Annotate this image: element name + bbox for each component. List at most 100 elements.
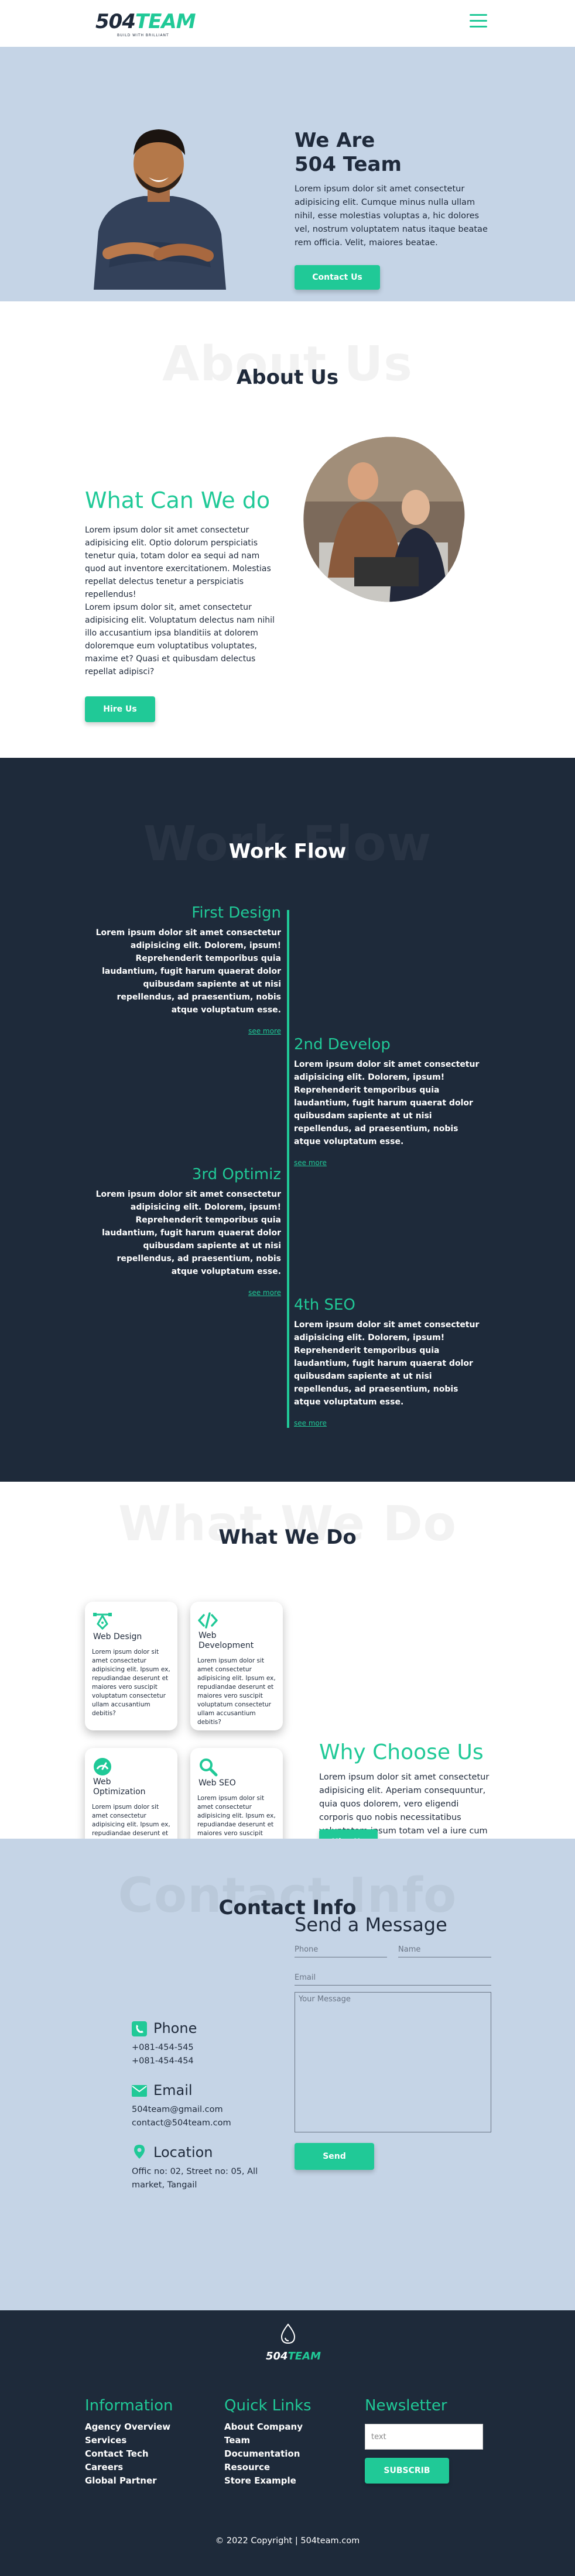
see-more-link[interactable]: see more — [294, 1419, 481, 1427]
timeline-line — [287, 910, 289, 1428]
step-title: First Design — [191, 904, 281, 922]
code-icon — [198, 1612, 218, 1629]
email-values: 504team@gmail.com contact@504team.com — [132, 2105, 231, 2128]
top-nav: 504TEAM BUILD WITH BRILLIANT — [0, 0, 575, 47]
newsletter-column: Newsletter — [365, 2397, 447, 2420]
card-title: Web SEO — [198, 1778, 236, 1788]
phone-field[interactable]: Phone — [295, 1945, 318, 1954]
phone-icon — [132, 2021, 147, 2036]
footer-logo-text: 504 — [266, 2350, 288, 2362]
see-more-link[interactable]: see more — [94, 1027, 281, 1035]
footer-link[interactable]: Resource — [224, 2461, 312, 2474]
send-button[interactable]: Send — [295, 2143, 374, 2170]
why-choose-us-heading: Why Choose Us — [319, 1740, 484, 1764]
see-more-link[interactable]: see more — [94, 1289, 281, 1297]
gauge-icon — [94, 1758, 111, 1775]
pen-tool-icon — [93, 1613, 112, 1630]
footer-link[interactable]: About Company — [224, 2420, 312, 2434]
hire-us-button[interactable]: Hire Us — [85, 696, 155, 722]
footer-link[interactable]: Store Example — [224, 2474, 312, 2488]
card-title: Web Design — [93, 1632, 142, 1641]
footer-logo[interactable]: 504TEAM — [266, 2350, 321, 2362]
logo-text-teal: TEAM — [135, 10, 196, 33]
copyright-text: © 2022 Copyright | 504team.com — [215, 2536, 360, 2546]
information-column: Information Agency Overview Services Con… — [85, 2397, 173, 2488]
location-value: Offic no: 02, Street no: 05, All market,… — [132, 2167, 258, 2190]
team-photo-image — [303, 437, 465, 602]
hero-description: Lorem ipsum dolor sit amet consectetur a… — [295, 184, 488, 248]
newsletter-email-input[interactable]: text — [365, 2424, 483, 2450]
about-description: Lorem ipsum dolor sit amet consectetur a… — [85, 525, 275, 676]
footer-link[interactable]: Services — [85, 2434, 173, 2447]
subscribe-button[interactable]: SUBSCRIB — [365, 2458, 449, 2484]
quick-links-column: Quick Links About Company Team Documenta… — [224, 2397, 312, 2488]
step-text: Lorem ipsum dolor sit amet consectetur a… — [294, 1320, 480, 1407]
about-heading: What Can We do — [85, 487, 271, 513]
phone-values: +081-454-545 +081-454-454 — [132, 2043, 194, 2066]
quick-links-title: Quick Links — [224, 2397, 312, 2414]
about-section: About Us About Us What Can We do Lorem i… — [0, 301, 575, 758]
step-text: Lorem ipsum dolor sit amet consectetur a… — [95, 928, 281, 1015]
card-text: Lorem ipsum dolor sit amet consectetur a… — [92, 1804, 170, 1837]
step-title: 2nd Develop — [294, 1036, 391, 1053]
search-icon — [200, 1758, 218, 1777]
hero-person-image — [94, 129, 226, 290]
logo-text-dark: 504 — [95, 10, 136, 33]
email-icon — [132, 2085, 147, 2097]
email-label: Email — [153, 2082, 193, 2098]
services-title: What We Do — [218, 1526, 357, 1549]
location-pin-icon — [134, 2145, 145, 2159]
footer-link[interactable]: Agency Overview — [85, 2420, 173, 2434]
card-text: Lorem ipsum dolor sit amet consectetur a… — [92, 1648, 170, 1717]
information-title: Information — [85, 2397, 173, 2414]
card-title: Web Optimization — [93, 1777, 146, 1797]
step-title: 4th SEO — [294, 1296, 355, 1314]
contact-title: Contact Info — [218, 1896, 357, 1919]
step-title: 3rd Optimiz — [191, 1166, 281, 1183]
hero-title-line1: We Are — [295, 129, 375, 152]
service-card-web-design[interactable]: Web Design Lorem ipsum dolor sit amet co… — [85, 1602, 177, 1730]
name-field[interactable]: Name — [398, 1945, 420, 1954]
workflow-step-1: First Design Lorem ipsum dolor sit amet … — [94, 904, 281, 1035]
contact-us-button[interactable]: Contact Us — [295, 265, 380, 290]
footer-logo-text-teal: TEAM — [288, 2350, 321, 2362]
email-field[interactable]: Email — [295, 1973, 316, 1982]
service-card-web-optimization[interactable]: Web Optimization Lorem ipsum dolor sit a… — [85, 1748, 177, 1839]
footer-section: 504TEAM Information Agency Overview Serv… — [0, 2310, 575, 2576]
see-more-link[interactable]: see more — [294, 1159, 481, 1167]
service-card-web-development[interactable]: Web Development Lorem ipsum dolor sit am… — [190, 1602, 283, 1730]
footer-link[interactable]: Contact Tech — [85, 2447, 173, 2461]
hero-title-line2: 504 Team — [295, 153, 402, 176]
workflow-title: Work Flow — [228, 840, 347, 863]
email-field-underline — [295, 1985, 491, 1986]
phone-label: Phone — [153, 2020, 197, 2036]
footer-link[interactable]: Global Partner — [85, 2474, 173, 2488]
brand-logo[interactable]: 504TEAM — [95, 12, 196, 32]
workflow-step-4: 4th SEO Lorem ipsum dolor sit amet conse… — [294, 1296, 481, 1427]
card-text: Lorem ipsum dolor sit amet consectetur a… — [197, 1657, 276, 1726]
why-choose-us-text: Lorem ipsum dolor sit amet consectetur a… — [319, 1773, 490, 1836]
hero-title: We Are 504 Team — [295, 129, 402, 177]
footer-link[interactable]: Documentation — [224, 2447, 312, 2461]
logo-tagline: BUILD WITH BRILLIANT — [117, 33, 169, 37]
newsletter-title: Newsletter — [365, 2397, 447, 2414]
card-text: Lorem ipsum dolor sit amet consectetur a… — [197, 1795, 276, 1837]
message-placeholder: Your Message — [299, 1995, 351, 2004]
water-drop-logo-icon — [280, 2323, 296, 2344]
hero-section: We Are 504 Team Lorem ipsum dolor sit am… — [0, 47, 575, 301]
contact-section: Contact Info Contact Info Phone +081-454… — [0, 1839, 575, 2310]
hire-us-button[interactable]: Hire Us — [319, 1829, 378, 1839]
workflow-step-2: 2nd Develop Lorem ipsum dolor sit amet c… — [294, 1036, 481, 1167]
hamburger-menu-icon[interactable] — [470, 14, 487, 29]
service-card-web-seo[interactable]: Web SEO Lorem ipsum dolor sit amet conse… — [190, 1748, 283, 1839]
card-title: Web Development — [198, 1631, 254, 1650]
send-message-heading: Send a Message — [295, 1914, 447, 1936]
footer-link[interactable]: Careers — [85, 2461, 173, 2474]
about-title: About Us — [236, 366, 339, 389]
step-text: Lorem ipsum dolor sit amet consectetur a… — [294, 1060, 480, 1146]
step-text: Lorem ipsum dolor sit amet consectetur a… — [95, 1190, 281, 1276]
message-textarea[interactable]: Your Message — [295, 1992, 491, 2132]
footer-link[interactable]: Team — [224, 2434, 312, 2447]
services-section: What We Do What We Do Web Design Lorem i… — [0, 1482, 575, 1839]
location-label: Location — [153, 2144, 213, 2161]
